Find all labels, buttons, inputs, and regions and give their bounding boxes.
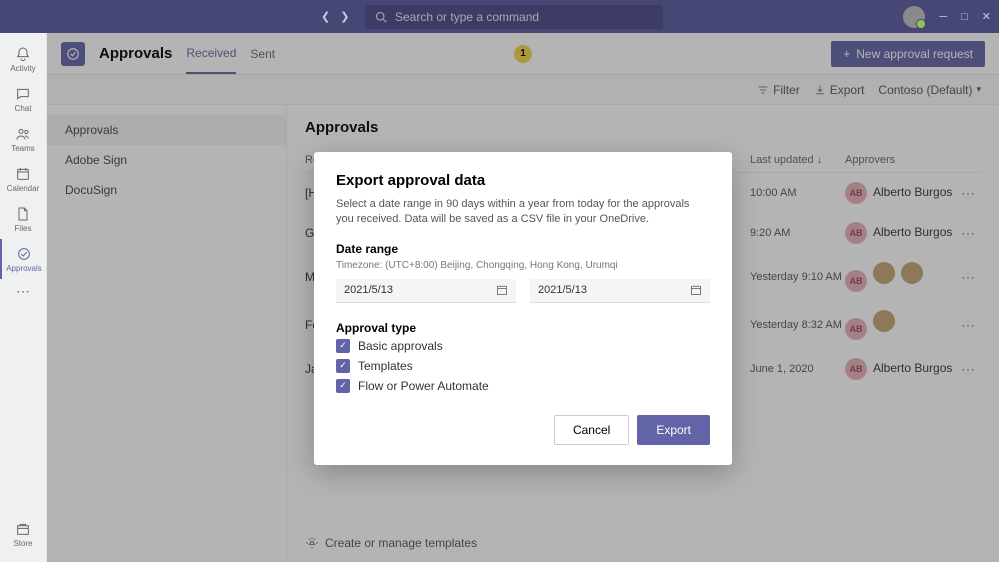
- user-avatar[interactable]: [903, 6, 925, 28]
- calendar-icon: [496, 284, 508, 296]
- close-icon[interactable]: ✕: [982, 10, 991, 23]
- rail-store[interactable]: Store: [0, 514, 47, 554]
- rail-files[interactable]: Files: [0, 199, 47, 239]
- rail-teams[interactable]: Teams: [0, 119, 47, 159]
- maximize-icon[interactable]: □: [961, 11, 968, 23]
- checkbox-checked-icon: ✓: [336, 359, 350, 373]
- start-date-input[interactable]: 2021/5/13: [336, 279, 516, 303]
- titlebar: ❮ ❯ Search or type a command ─ □ ✕: [0, 0, 999, 33]
- rail-activity[interactable]: Activity: [0, 39, 47, 79]
- date-range-label: Date range: [336, 242, 710, 256]
- search-placeholder: Search or type a command: [395, 10, 539, 24]
- checkbox-checked-icon: ✓: [336, 379, 350, 393]
- calendar-icon: [690, 284, 702, 296]
- export-modal: Export approval data Select a date range…: [314, 152, 732, 465]
- search-icon: [375, 11, 387, 23]
- checkbox-checked-icon: ✓: [336, 339, 350, 353]
- modal-description: Select a date range in 90 days within a …: [336, 197, 710, 228]
- export-confirm-button[interactable]: Export: [637, 415, 710, 445]
- rail-more-icon[interactable]: ⋯: [16, 283, 30, 300]
- cancel-button[interactable]: Cancel: [554, 415, 629, 445]
- modal-title: Export approval data: [336, 172, 710, 189]
- rail-calendar[interactable]: Calendar: [0, 159, 47, 199]
- app-rail: Activity Chat Teams Calendar Files Appro…: [0, 33, 47, 562]
- nav-forward-icon[interactable]: ❯: [340, 10, 349, 23]
- check-basic[interactable]: ✓Basic approvals: [336, 339, 710, 353]
- rail-approvals[interactable]: Approvals: [0, 239, 47, 279]
- nav-back-icon[interactable]: ❮: [321, 10, 330, 23]
- search-input[interactable]: Search or type a command: [365, 5, 663, 29]
- check-flow[interactable]: ✓Flow or Power Automate: [336, 379, 710, 393]
- end-date-input[interactable]: 2021/5/13: [530, 279, 710, 303]
- timezone-text: Timezone: (UTC+8:00) Beijing, Chongqing,…: [336, 260, 710, 271]
- approval-type-label: Approval type: [336, 321, 710, 335]
- check-templates[interactable]: ✓Templates: [336, 359, 710, 373]
- minimize-icon[interactable]: ─: [939, 11, 947, 23]
- rail-chat[interactable]: Chat: [0, 79, 47, 119]
